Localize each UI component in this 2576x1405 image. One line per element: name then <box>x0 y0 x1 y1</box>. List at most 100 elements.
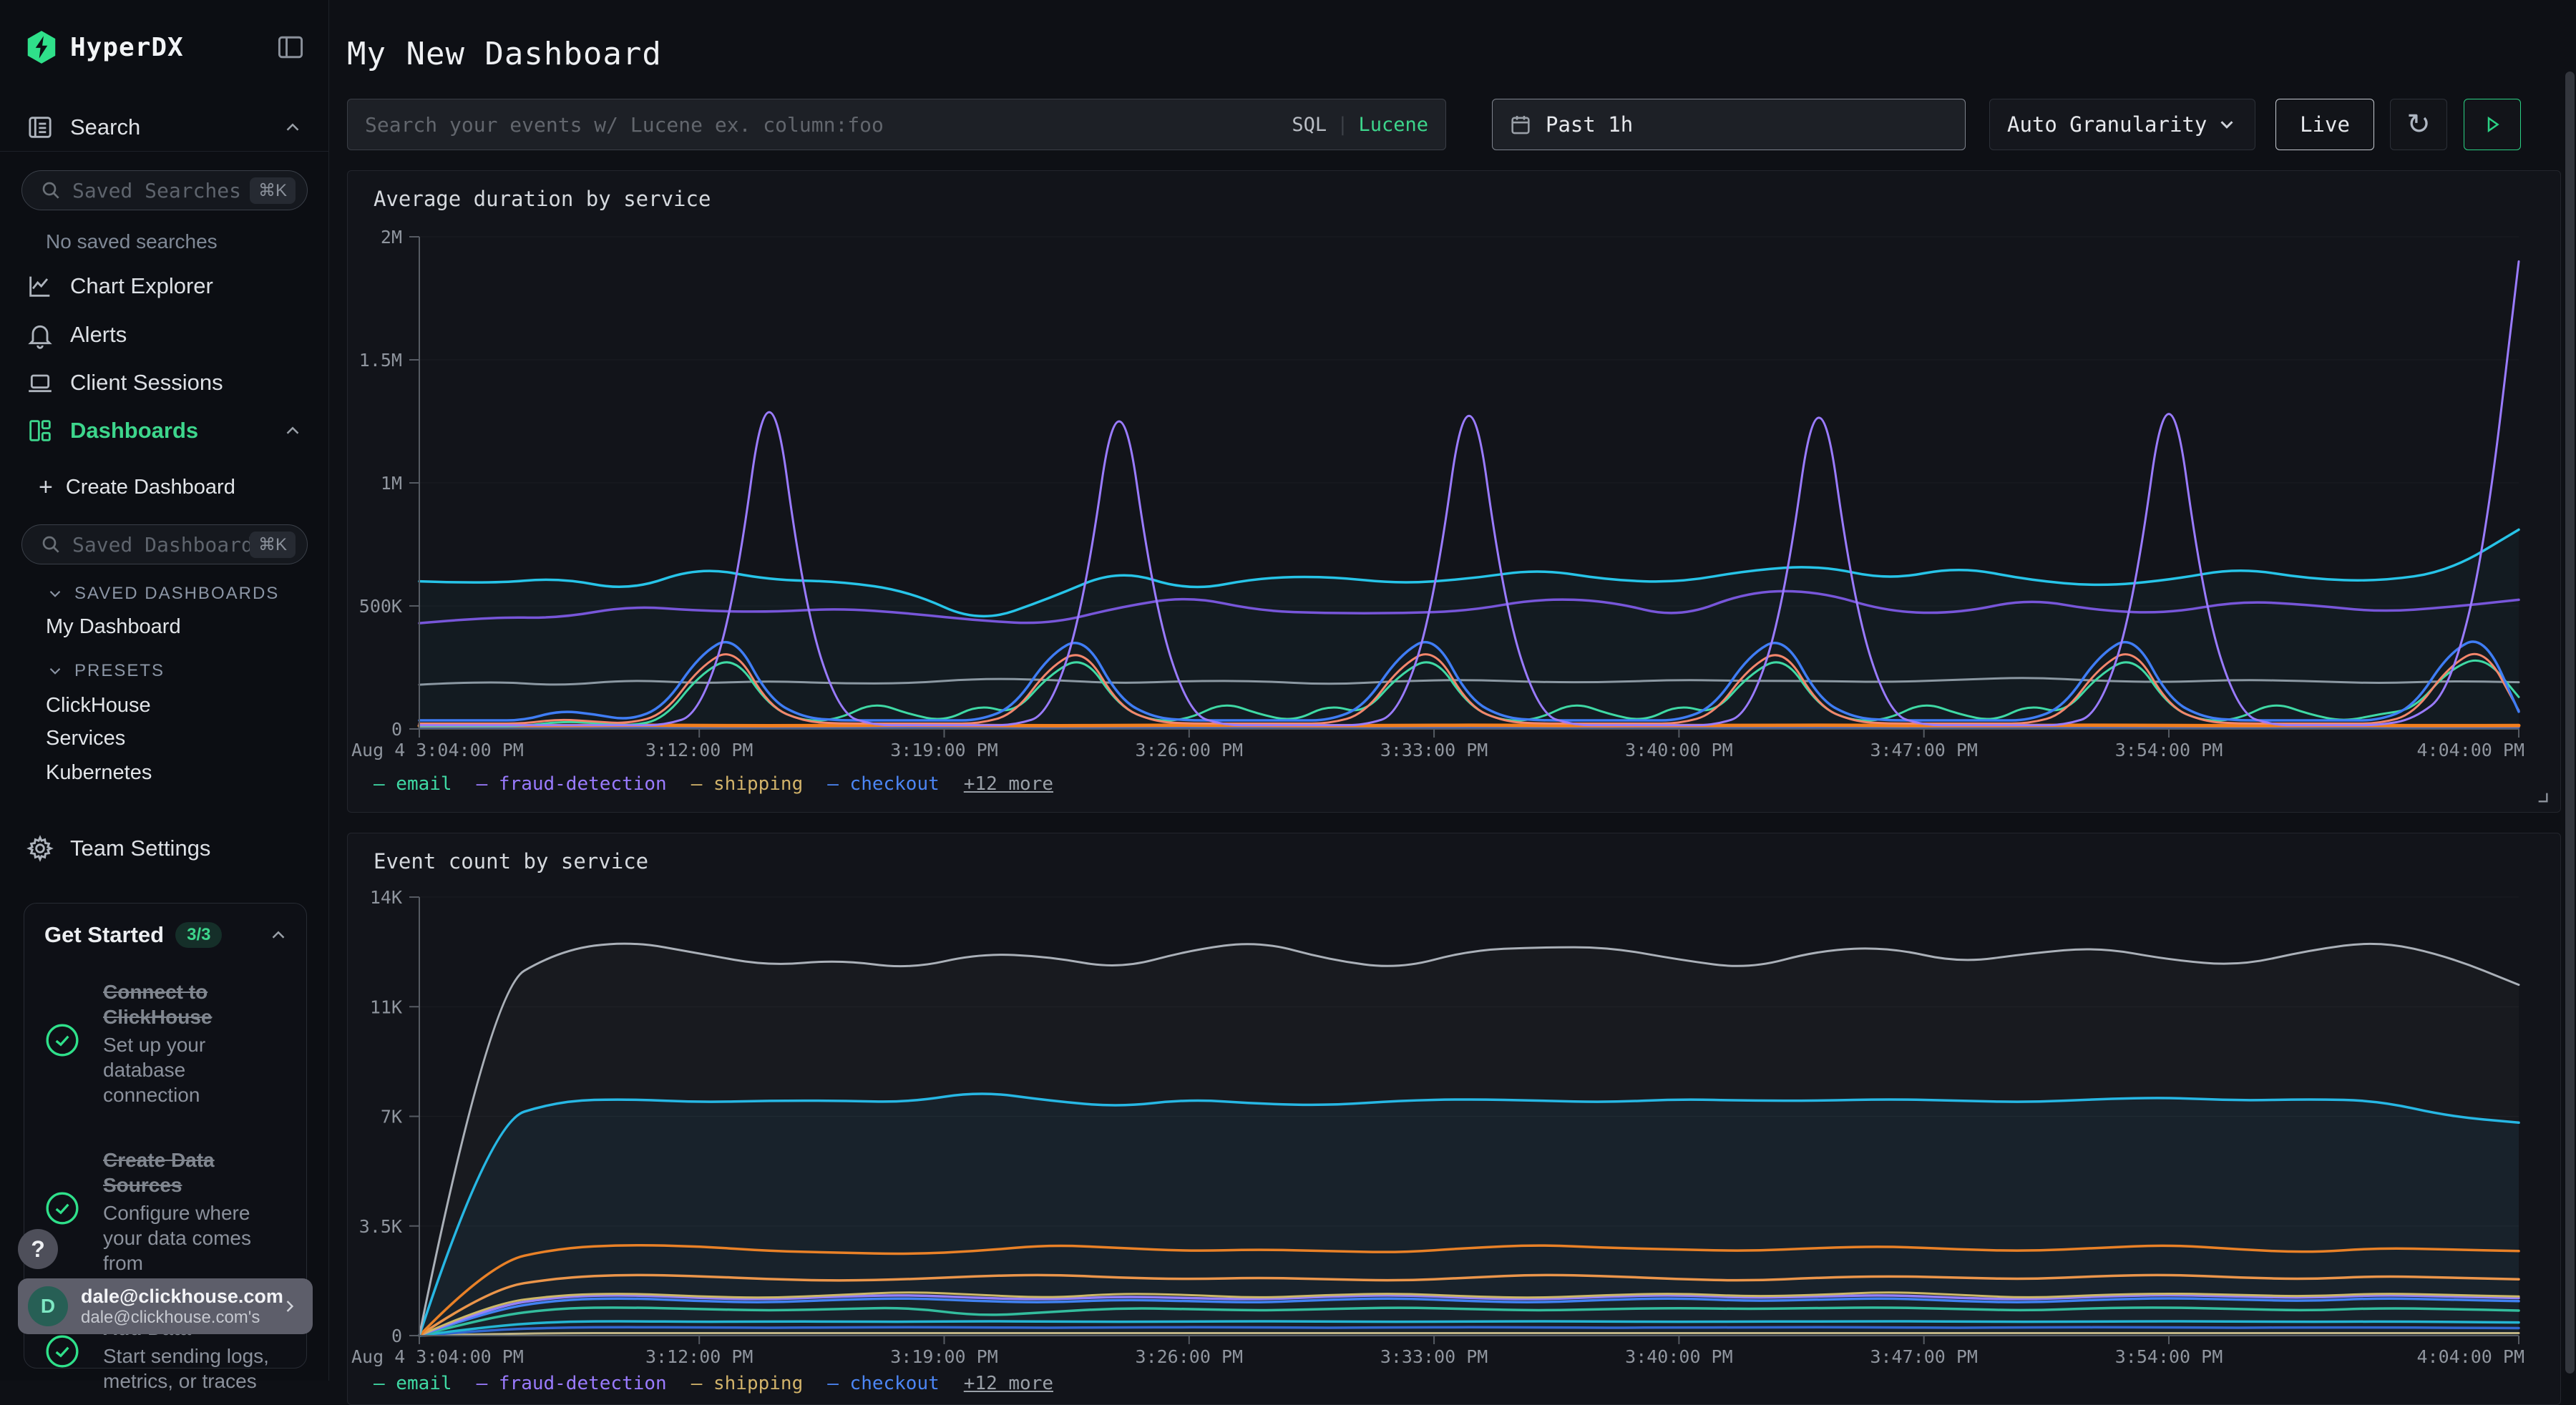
line-chart-avg-duration[interactable]: 2M1.5M1M500K0Aug 4 3:04:00 PM3:12:00 PM3… <box>348 227 2560 770</box>
saved-searches-input[interactable]: ⌘K <box>21 170 308 210</box>
granularity-value: Auto Granularity <box>2007 112 2207 137</box>
resize-handle-icon[interactable] <box>2530 785 2550 805</box>
language-toggle: SQL | Lucene <box>1292 114 1428 136</box>
x-tick-label: 3:33:00 PM <box>1380 1346 1488 1367</box>
sidebar-item-alerts[interactable]: Alerts <box>0 315 329 355</box>
refresh-button[interactable]: ↻ <box>2390 99 2447 150</box>
x-tick-label: 3:12:00 PM <box>645 1346 753 1367</box>
gear-icon <box>26 834 54 863</box>
sidebar-item-label: Client Sessions <box>70 370 223 396</box>
legend-item[interactable]: — checkout <box>827 1373 940 1394</box>
sidebar-item-search[interactable]: Search <box>0 107 329 147</box>
saved-dashboards-header[interactable]: SAVED DASHBOARDS <box>0 584 329 604</box>
saved-searches-field[interactable] <box>72 179 250 202</box>
step-desc: Start sending logs, metrics, or traces <box>103 1343 275 1394</box>
refresh-icon: ↻ <box>2406 108 2431 141</box>
legend-item[interactable]: — email <box>374 1373 452 1394</box>
y-tick-label: 1M <box>381 473 402 494</box>
x-tick-label: 3:19:00 PM <box>890 1346 998 1367</box>
legend-item[interactable]: — shipping <box>691 1373 804 1394</box>
no-saved-searches-text: No saved searches <box>46 230 218 253</box>
x-tick-label: 4:04:00 PM <box>2416 1346 2524 1367</box>
x-tick-label: 3:40:00 PM <box>1625 1346 1733 1367</box>
legend-more-link[interactable]: +12 more <box>964 1373 1053 1394</box>
step-title: Connect to ClickHouse <box>103 979 268 1029</box>
legend-item[interactable]: — checkout <box>827 773 940 795</box>
check-circle-icon <box>44 1333 80 1369</box>
step-desc: Set up your database connection <box>103 1032 282 1107</box>
x-tick-label: 3:40:00 PM <box>1625 740 1733 760</box>
granularity-select[interactable]: Auto Granularity <box>1989 99 2255 150</box>
get-started-step-connect[interactable]: Connect to ClickHouse Set up your databa… <box>24 965 306 1115</box>
get-started-title: Get Started <box>44 922 164 948</box>
help-button[interactable]: ? <box>18 1229 58 1269</box>
get-started-progress-badge: 3/3 <box>175 922 222 948</box>
sidebar-item-team-settings[interactable]: Team Settings <box>0 828 329 868</box>
event-search-input[interactable] <box>365 113 1292 137</box>
play-icon <box>2482 114 2503 135</box>
y-tick-label: 1.5M <box>359 350 402 371</box>
sidebar-item-label: Search <box>70 114 140 140</box>
time-range-picker[interactable]: Past 1h <box>1492 99 1966 150</box>
time-range-value: Past 1h <box>1546 112 1633 137</box>
search-icon <box>39 533 62 556</box>
step-title: Create Data Sources <box>103 1147 292 1198</box>
sidebar-item-label: Chart Explorer <box>70 273 213 299</box>
run-query-button[interactable] <box>2464 99 2521 150</box>
app-title: HyperDX <box>70 33 184 62</box>
event-search-bar[interactable]: SQL | Lucene <box>347 99 1446 150</box>
page-title: My New Dashboard <box>347 36 662 72</box>
chevron-down-icon <box>46 662 64 680</box>
x-tick-label: Aug 4 3:04:00 PM <box>351 1346 524 1367</box>
chevron-up-icon[interactable] <box>268 924 289 946</box>
plus-icon: + <box>39 474 53 501</box>
saved-dashboards-input[interactable]: ⌘K <box>21 524 308 564</box>
kbd-shortcut: ⌘K <box>250 177 296 204</box>
sidebar-item-dashboards[interactable]: Dashboards <box>0 411 329 451</box>
chart-title: Event count by service <box>374 849 648 873</box>
get-started-step-sources[interactable]: Create Data Sources Configure where your… <box>24 1133 306 1283</box>
chevron-up-icon[interactable] <box>282 117 303 138</box>
sidebar-item-kubernetes[interactable]: Kubernetes <box>0 761 329 785</box>
chart-explorer-icon <box>26 272 54 300</box>
vertical-scrollbar[interactable] <box>2565 72 2575 1374</box>
line-chart-event-count[interactable]: 14K11K7K3.5K0Aug 4 3:04:00 PM3:12:00 PM3… <box>348 888 2560 1381</box>
x-tick-label: 3:47:00 PM <box>1870 740 1978 760</box>
saved-dashboards-field[interactable] <box>72 533 250 557</box>
legend-item[interactable]: — fraud-detection <box>477 1373 667 1394</box>
x-tick-label: 3:19:00 PM <box>890 740 998 760</box>
create-dashboard-button[interactable]: + Create Dashboard <box>0 474 329 501</box>
y-tick-label: 0 <box>391 719 402 740</box>
user-email: dale@clickhouse.com <box>81 1286 280 1308</box>
chevron-down-icon <box>46 584 64 603</box>
user-menu[interactable]: D dale@clickhouse.com dale@clickhouse.co… <box>18 1278 313 1334</box>
sidebar-item-chart-explorer[interactable]: Chart Explorer <box>0 266 329 306</box>
user-team: dale@clickhouse.com's <box>81 1308 280 1328</box>
chart-legend: — email — fraud-detection — shipping — chec… <box>374 773 1053 795</box>
lucene-toggle[interactable]: Lucene <box>1358 114 1428 136</box>
sidebar-item-services[interactable]: Services <box>0 727 329 750</box>
toggle-separator: | <box>1337 114 1348 136</box>
presets-header[interactable]: PRESETS <box>0 661 329 681</box>
x-tick-label: Aug 4 3:04:00 PM <box>351 740 524 760</box>
legend-more-link[interactable]: +12 more <box>964 773 1053 795</box>
sidebar-item-client-sessions[interactable]: Client Sessions <box>0 363 329 403</box>
chart-panel-event-count: Event count by service 14K11K7K3.5K0Aug … <box>347 833 2561 1405</box>
laptop-icon <box>26 368 54 397</box>
sql-toggle[interactable]: SQL <box>1292 114 1327 136</box>
legend-item[interactable]: — shipping <box>691 773 804 795</box>
chevron-right-icon <box>280 1296 300 1316</box>
series-area-other-gray <box>419 944 2519 1336</box>
x-tick-label: 3:26:00 PM <box>1136 1346 1244 1367</box>
dashboards-icon <box>26 416 54 445</box>
x-tick-label: 3:54:00 PM <box>2115 740 2223 760</box>
chart-title: Average duration by service <box>374 187 711 211</box>
live-button[interactable]: Live <box>2275 99 2374 150</box>
collapse-sidebar-icon[interactable] <box>275 31 306 63</box>
search-log-icon <box>26 113 54 142</box>
legend-item[interactable]: — fraud-detection <box>477 773 667 795</box>
sidebar-item-my-dashboard[interactable]: My Dashboard <box>0 615 329 639</box>
sidebar-item-clickhouse[interactable]: ClickHouse <box>0 694 329 718</box>
legend-item[interactable]: — email <box>374 773 452 795</box>
chevron-up-icon[interactable] <box>282 420 303 441</box>
